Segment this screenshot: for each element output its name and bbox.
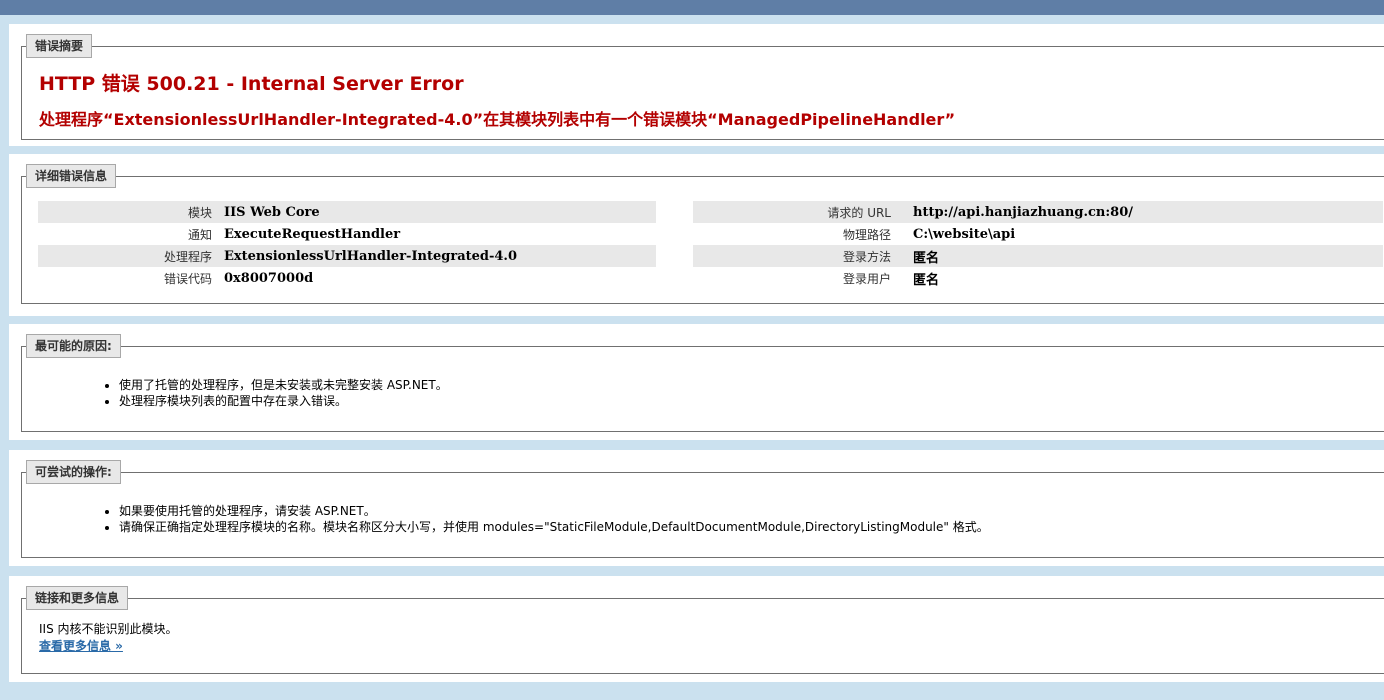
table-row: 模块 IIS Web Core [38,201,656,223]
actions-list: 如果要使用托管的处理程序，请安装 ASP.NET。 请确保正确指定处理程序模块的… [39,503,1384,535]
details-left-table: 模块 IIS Web Core 通知 ExecuteRequestHandler… [38,201,656,289]
actions-legend: 可尝试的操作: [26,460,121,484]
detail-key: 登录用户 [842,271,891,286]
actions-panel: 可尝试的操作: 如果要使用托管的处理程序，请安装 ASP.NET。 请确保正确指… [9,450,1384,566]
list-item: 如果要使用托管的处理程序，请安装 ASP.NET。 [119,503,1384,519]
detail-value: ExtensionlessUrlHandler-Integrated-4.0 [224,245,656,267]
table-row: 请求的 URL http://api.hanjiazhuang.cn:80/ [693,201,1383,223]
detail-key: 模块 [38,201,224,223]
links-legend: 链接和更多信息 [26,586,129,610]
detail-key: 请求的 URL [693,201,903,223]
causes-content: 使用了托管的处理程序，但是未安装或未完整安装 ASP.NET。 处理程序模块列表… [39,377,1384,409]
list-item: 请确保正确指定处理程序模块的名称。模块名称区分大小写，并使用 modules="… [119,519,1384,535]
detail-value: C:\website\api [913,226,1016,242]
details-legend: 详细错误信息 [26,164,117,188]
list-item: 处理程序模块列表的配置中存在录入错误。 [119,393,1384,409]
detail-value: http://api.hanjiazhuang.cn:80/ [903,201,1383,223]
details-fieldset: 详细错误信息 模块 IIS Web Core 通知 ExecuteRequest… [21,164,1384,304]
details-right-table: 请求的 URL http://api.hanjiazhuang.cn:80/ 物… [693,201,1383,289]
error-title: HTTP 错误 500.21 - Internal Server Error [39,73,464,95]
actions-content: 如果要使用托管的处理程序，请安装 ASP.NET。 请确保正确指定处理程序模块的… [39,503,1384,535]
causes-fieldset: 最可能的原因: 使用了托管的处理程序，但是未安装或未完整安装 ASP.NET。 … [21,334,1384,432]
detail-key: 错误代码 [163,271,212,286]
links-content: IIS 内核不能识别此模块。 查看更多信息 » [39,621,1384,654]
detail-value: 匿名 [903,245,1383,267]
table-row: 登录用户 匿名 [693,267,1383,289]
links-text: IIS 内核不能识别此模块。 [39,622,178,636]
top-header-bar [0,0,1384,15]
causes-list: 使用了托管的处理程序，但是未安装或未完整安装 ASP.NET。 处理程序模块列表… [39,377,1384,409]
list-item: 使用了托管的处理程序，但是未安装或未完整安装 ASP.NET。 [119,377,1384,393]
detail-value: ExecuteRequestHandler [224,226,401,242]
causes-legend: 最可能的原因: [26,334,121,358]
details-panel: 详细错误信息 模块 IIS Web Core 通知 ExecuteRequest… [9,154,1384,316]
detail-value: 0x8007000d [224,270,314,286]
detail-key: 处理程序 [38,245,224,267]
more-info-link[interactable]: 查看更多信息 » [39,639,123,653]
summary-fieldset: 错误摘要 HTTP 错误 500.21 - Internal Server Er… [21,34,1384,140]
summary-panel: 错误摘要 HTTP 错误 500.21 - Internal Server Er… [9,24,1384,146]
table-row: 通知 ExecuteRequestHandler [38,223,656,245]
summary-content: HTTP 错误 500.21 - Internal Server Error 处… [39,69,1384,130]
error-subtitle: 处理程序“ExtensionlessUrlHandler-Integrated-… [39,110,956,129]
links-fieldset: 链接和更多信息 IIS 内核不能识别此模块。 查看更多信息 » [21,586,1384,674]
detail-key: 通知 [187,227,212,242]
actions-fieldset: 可尝试的操作: 如果要使用托管的处理程序，请安装 ASP.NET。 请确保正确指… [21,460,1384,558]
detail-value: IIS Web Core [224,201,656,223]
summary-legend: 错误摘要 [26,34,93,58]
causes-panel: 最可能的原因: 使用了托管的处理程序，但是未安装或未完整安装 ASP.NET。 … [9,324,1384,440]
table-row: 登录方法 匿名 [693,245,1383,267]
detail-value: 匿名 [913,272,940,288]
links-panel: 链接和更多信息 IIS 内核不能识别此模块。 查看更多信息 » [9,576,1384,682]
detail-key: 登录方法 [693,245,903,267]
table-row: 处理程序 ExtensionlessUrlHandler-Integrated-… [38,245,656,267]
table-row: 物理路径 C:\website\api [693,223,1383,245]
table-row: 错误代码 0x8007000d [38,267,656,289]
detail-key: 物理路径 [842,227,891,242]
